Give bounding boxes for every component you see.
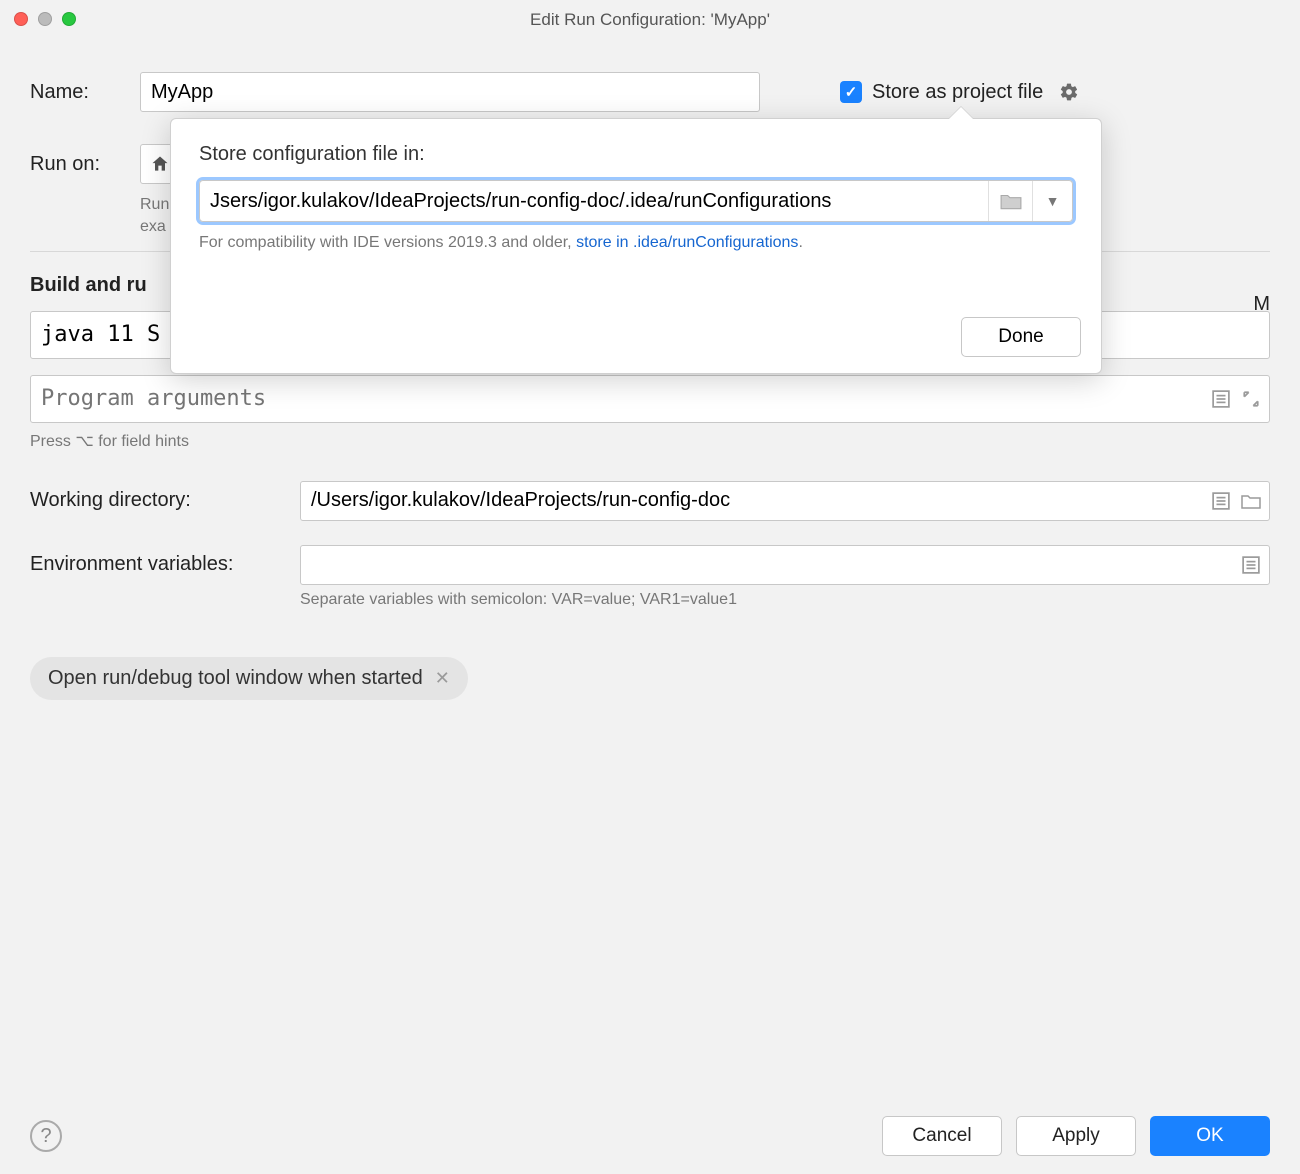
program-arguments-input[interactable]: [30, 375, 1270, 423]
popover-hint: For compatibility with IDE versions 2019…: [199, 234, 1073, 252]
run-on-label: Run on:: [30, 153, 140, 176]
store-as-project-file-label: Store as project file: [872, 81, 1043, 104]
environment-variables-label: Environment variables:: [30, 553, 300, 576]
working-directory-input[interactable]: [300, 481, 1270, 521]
titlebar: Edit Run Configuration: 'MyApp': [0, 0, 1300, 40]
close-window-button[interactable]: [14, 12, 28, 26]
environment-variables-input[interactable]: [300, 545, 1270, 585]
ok-button[interactable]: OK: [1150, 1116, 1270, 1156]
working-directory-row: Working directory:: [30, 481, 1270, 521]
dialog-footer: ? Cancel Apply OK: [0, 1116, 1300, 1156]
close-icon[interactable]: ✕: [435, 668, 450, 689]
name-label: Name:: [30, 81, 140, 104]
name-row: Name: ✓ Store as project file: [30, 72, 1270, 112]
name-input[interactable]: [140, 72, 760, 112]
store-as-project-file-checkbox[interactable]: ✓: [840, 81, 862, 103]
folder-icon[interactable]: [1240, 490, 1262, 512]
gear-icon[interactable]: [1059, 82, 1079, 102]
dialog-title: Edit Run Configuration: 'MyApp': [530, 10, 770, 30]
minimize-window-button[interactable]: [38, 12, 52, 26]
window-controls: [14, 12, 76, 26]
apply-button[interactable]: Apply: [1016, 1116, 1136, 1156]
maximize-window-button[interactable]: [62, 12, 76, 26]
field-hints-text: Press ⌥ for field hints: [30, 431, 1270, 451]
dialog-window: Edit Run Configuration: 'MyApp' Name: ✓ …: [0, 0, 1300, 1174]
done-button[interactable]: Done: [961, 317, 1081, 357]
popover-title: Store configuration file in:: [199, 143, 1073, 166]
store-location-popover: Store configuration file in: ▼ For compa…: [170, 118, 1102, 374]
cancel-button[interactable]: Cancel: [882, 1116, 1002, 1156]
popover-path-field: ▼: [199, 180, 1073, 222]
environment-hint: Separate variables with semicolon: VAR=v…: [300, 591, 1270, 609]
help-button[interactable]: ?: [30, 1120, 62, 1152]
list-icon[interactable]: [1240, 554, 1262, 576]
store-link[interactable]: store in .idea/runConfigurations: [576, 234, 798, 251]
folder-icon[interactable]: [988, 181, 1032, 221]
chevron-down-icon[interactable]: ▼: [1032, 181, 1072, 221]
expand-icon[interactable]: [1240, 388, 1262, 410]
list-icon[interactable]: [1210, 490, 1232, 512]
open-tool-window-chip[interactable]: Open run/debug tool window when started …: [30, 657, 468, 700]
environment-variables-row: Environment variables:: [30, 545, 1270, 585]
build-and-run-title: Build and ru: [30, 274, 170, 297]
list-icon[interactable]: [1210, 388, 1232, 410]
working-directory-label: Working directory:: [30, 489, 300, 512]
popover-path-input[interactable]: [200, 181, 988, 221]
checkmark-icon: ✓: [845, 83, 858, 101]
chip-label: Open run/debug tool window when started: [48, 667, 423, 690]
